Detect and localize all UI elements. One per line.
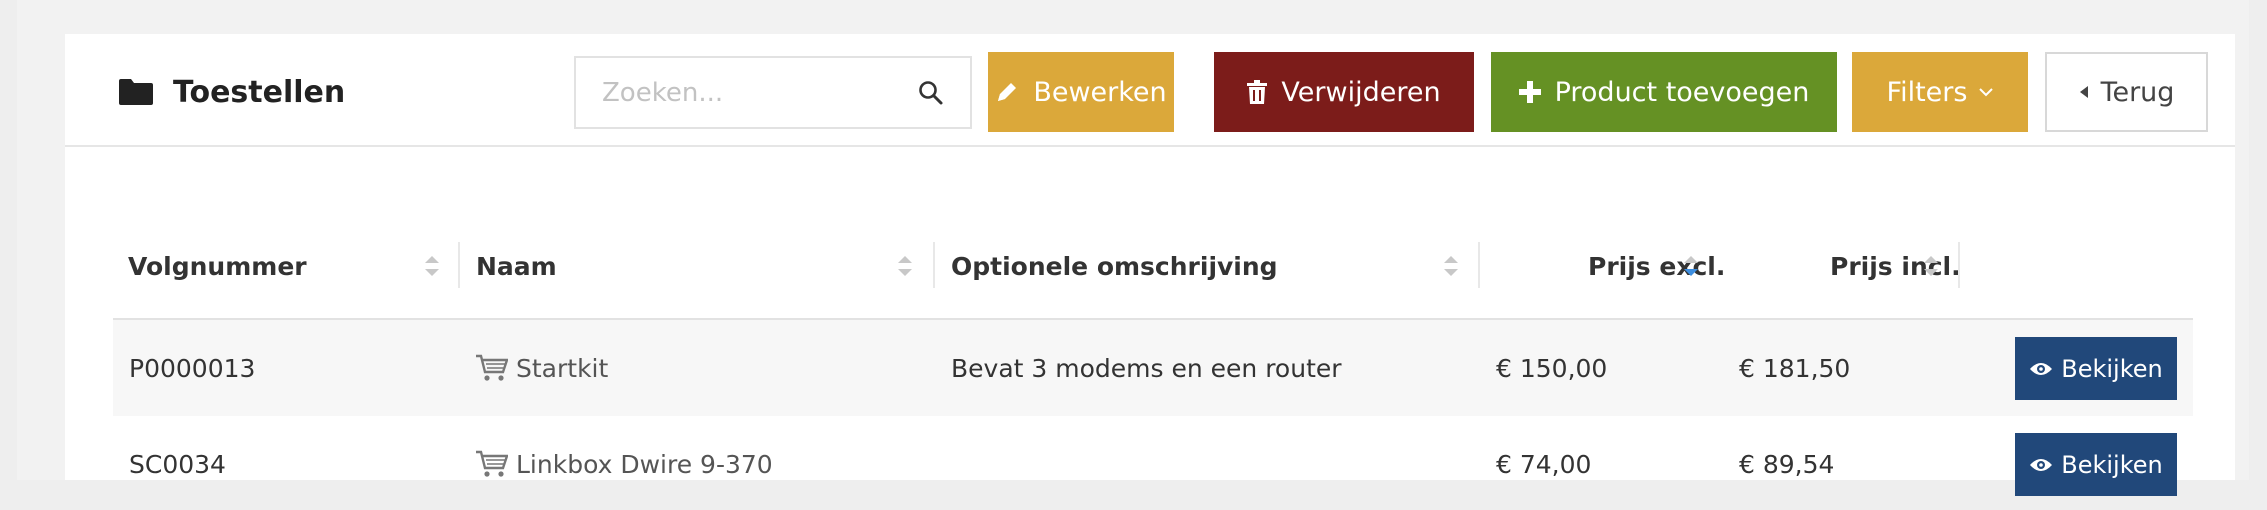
search-box (574, 56, 972, 129)
search-input[interactable] (576, 62, 906, 123)
cell-naam[interactable]: Startkit (476, 320, 608, 416)
cell-prijs-incl: € 181,50 (1739, 353, 1851, 383)
back-button[interactable]: Terug (2045, 52, 2208, 132)
page-background: Toestellen Bewerken Verwijderen (17, 0, 2249, 496)
plus-icon (1518, 81, 1541, 103)
add-product-button-label: Product toevoegen (1554, 76, 1810, 108)
back-button-label: Terug (2100, 76, 2175, 108)
cell-naam-text: Linkbox Dwire 9-370 (516, 449, 773, 479)
cart-icon (476, 450, 508, 478)
eye-icon (2029, 361, 2053, 377)
delete-button-label: Verwijderen (1281, 76, 1441, 108)
view-button[interactable]: Bekijken (2015, 337, 2177, 400)
folder-icon (119, 79, 153, 105)
column-header-volgnummer[interactable]: Volgnummer (128, 246, 307, 286)
sort-icon[interactable] (1443, 250, 1459, 282)
table-row: SC0034 Linkbox Dwire 9-370 € 74,00 € 89,… (113, 416, 2193, 510)
caret-left-icon (2079, 85, 2089, 99)
eye-icon (2029, 457, 2053, 473)
sort-icon[interactable] (1923, 250, 1939, 282)
sort-icon[interactable] (424, 250, 440, 282)
column-header-omschrijving[interactable]: Optionele omschrijving (951, 246, 1278, 286)
panel-header: Toestellen Bewerken Verwijderen (65, 34, 2235, 147)
cell-omschrijving: Bevat 3 modems en een router (951, 353, 1342, 383)
chevron-down-icon (1979, 87, 1994, 97)
cell-prijs-excl: € 74,00 (1496, 449, 1592, 479)
cell-naam-text: Startkit (516, 353, 609, 383)
products-table: Volgnummer Naam Optionele omschrijving P… (113, 212, 2193, 510)
search-icon[interactable] (918, 80, 944, 110)
view-button[interactable]: Bekijken (2015, 433, 2177, 496)
cart-icon (476, 354, 508, 382)
delete-button[interactable]: Verwijderen (1214, 52, 1474, 132)
sort-active-icon[interactable] (1683, 250, 1699, 282)
view-button-label: Bekijken (2061, 450, 2163, 479)
column-header-prijs-excl[interactable]: Prijs excl. (1588, 246, 1725, 286)
page-title: Toestellen (119, 72, 345, 112)
cell-volgnummer: P0000013 (129, 353, 256, 383)
devices-panel: Toestellen Bewerken Verwijderen (65, 34, 2235, 496)
trash-icon (1247, 80, 1268, 104)
add-product-button[interactable]: Product toevoegen (1491, 52, 1837, 132)
page-title-text: Toestellen (173, 74, 346, 110)
cell-prijs-excl: € 150,00 (1496, 353, 1608, 383)
edit-button-label: Bewerken (1033, 76, 1167, 108)
sort-icon[interactable] (897, 250, 913, 282)
cell-prijs-incl: € 89,54 (1739, 449, 1835, 479)
cell-naam[interactable]: Linkbox Dwire 9-370 (476, 416, 773, 510)
pencil-icon (995, 80, 1019, 104)
table-row: P0000013 Startkit Bevat 3 modems en een … (113, 320, 2193, 416)
cell-volgnummer: SC0034 (129, 449, 226, 479)
edit-button[interactable]: Bewerken (988, 52, 1174, 132)
view-button-label: Bekijken (2061, 354, 2163, 383)
filters-button-label: Filters (1886, 76, 1968, 108)
filters-button[interactable]: Filters (1852, 52, 2028, 132)
column-header-naam[interactable]: Naam (476, 246, 557, 286)
column-header-prijs-incl[interactable]: Prijs incl. (1830, 246, 1961, 286)
table-header: Volgnummer Naam Optionele omschrijving P… (113, 212, 2193, 320)
